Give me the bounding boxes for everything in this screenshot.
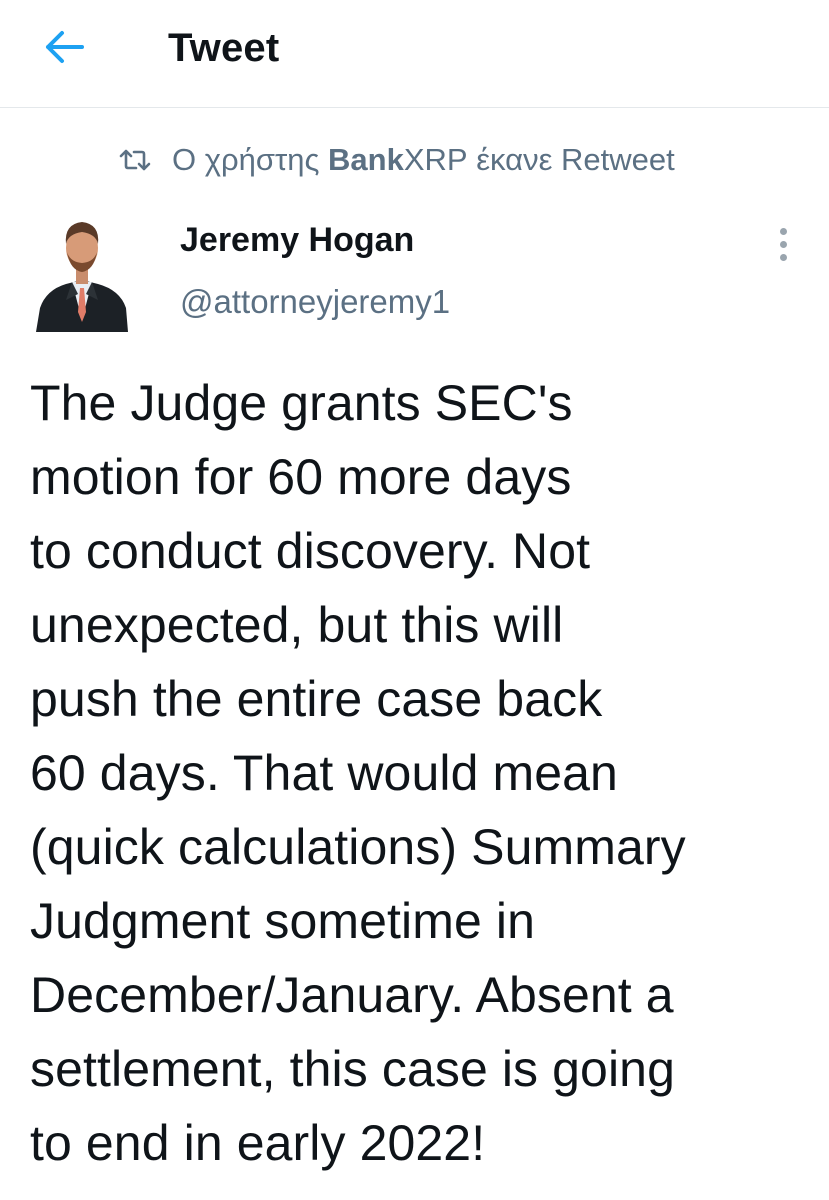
arrow-left-icon	[46, 31, 84, 63]
retweet-suffix: έκανε Retweet	[467, 142, 675, 177]
author-handle[interactable]: @attorneyjeremy1	[180, 280, 450, 324]
more-options-button[interactable]	[768, 224, 798, 264]
author-name[interactable]: Jeremy Hogan	[180, 218, 414, 262]
tweet-text: The Judge grants SEC's motion for 60 mor…	[30, 375, 686, 1171]
avatar[interactable]	[36, 208, 128, 332]
retweet-prefix: Ο χρήστης	[172, 142, 329, 177]
retweet-context[interactable]: Ο χρήστης Bank XRP έκανε Retweet	[118, 140, 675, 180]
retweet-icon	[119, 149, 151, 171]
back-button[interactable]	[38, 24, 90, 70]
more-vertical-icon	[779, 240, 787, 248]
top-bar: Tweet	[0, 0, 829, 108]
more-vertical-icon	[779, 227, 787, 235]
retweeter-name-rest: XRP	[403, 142, 468, 177]
page-title: Tweet	[168, 26, 280, 70]
retweeter-name-bold: Bank	[328, 142, 404, 177]
more-vertical-icon	[779, 253, 787, 261]
